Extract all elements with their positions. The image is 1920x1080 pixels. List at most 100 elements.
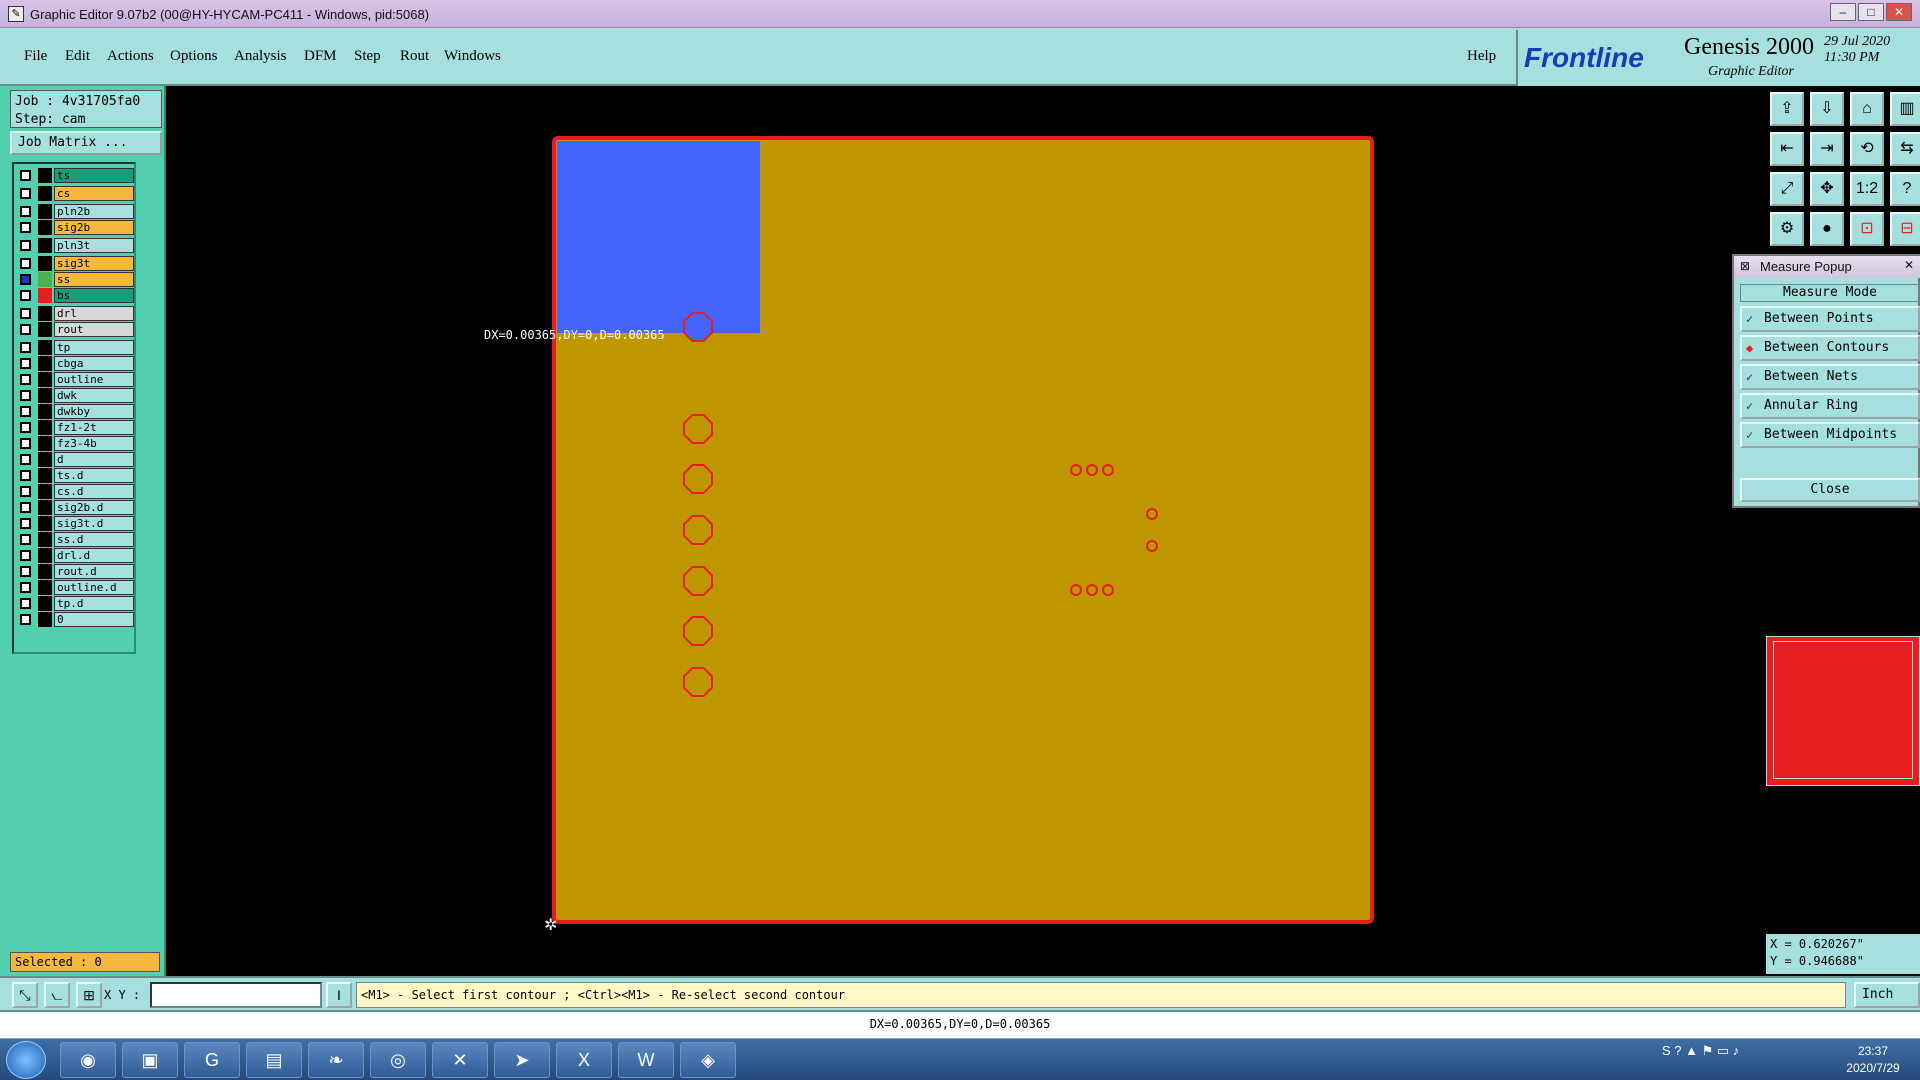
layer-row[interactable]: fz1-2t — [16, 420, 134, 435]
layer-row[interactable]: pln2b — [16, 204, 134, 219]
layer-checkbox[interactable] — [20, 422, 31, 433]
unit-selector[interactable]: Inch — [1854, 982, 1920, 1008]
layer-checkbox[interactable] — [20, 534, 31, 545]
layer-row[interactable]: ts.d — [16, 468, 134, 483]
layer-name[interactable]: ss.d — [54, 532, 134, 547]
zoom-icon[interactable]: ⤡ — [12, 982, 38, 1008]
layer-row[interactable]: ss.d — [16, 532, 134, 547]
layer-row[interactable]: dwk — [16, 388, 134, 403]
zoom-ratio-icon[interactable]: 1:2 — [1850, 172, 1884, 206]
layer-checkbox[interactable] — [20, 342, 31, 353]
layer-row[interactable]: tp — [16, 340, 134, 355]
job-matrix-button[interactable]: Job Matrix ... — [10, 131, 162, 155]
snap-icon[interactable]: ⦦ — [44, 982, 70, 1008]
layer-name[interactable]: sig2b.d — [54, 500, 134, 515]
layer-name[interactable]: d — [54, 452, 134, 467]
layer-checkbox[interactable] — [20, 222, 31, 233]
layer-name[interactable]: cs.d — [54, 484, 134, 499]
layer-name[interactable]: dwkby — [54, 404, 134, 419]
layer-name[interactable]: drl — [54, 306, 134, 321]
layer-row[interactable]: d — [16, 452, 134, 467]
layer-checkbox[interactable] — [20, 438, 31, 449]
layer-row[interactable]: ts — [16, 168, 134, 183]
snap-layer-icon[interactable]: ⊟ — [1890, 212, 1920, 246]
menu-windows[interactable]: Windows — [444, 48, 501, 65]
layer-checkbox[interactable] — [20, 406, 31, 417]
maximize-button[interactable]: □ — [1858, 3, 1884, 21]
layer-checkbox[interactable] — [20, 308, 31, 319]
layer-checkbox[interactable] — [20, 170, 31, 181]
close-window-button[interactable]: ✕ — [1886, 3, 1912, 21]
settings-icon[interactable]: ⚙ — [1770, 212, 1804, 246]
layer-checkbox[interactable] — [20, 518, 31, 529]
layer-row[interactable]: sig3t — [16, 256, 134, 271]
layer-name[interactable]: pln2b — [54, 204, 134, 219]
menu-edit[interactable]: Edit — [65, 48, 90, 65]
layer-row[interactable]: ss — [16, 272, 134, 287]
menu-step[interactable]: Step — [354, 48, 381, 65]
layer-name[interactable]: outline.d — [54, 580, 134, 595]
menu-options[interactable]: Options — [170, 48, 218, 65]
start-button-icon[interactable] — [6, 1041, 46, 1079]
layer-checkbox[interactable] — [20, 290, 31, 301]
taskbar-bird-icon[interactable]: ➤ — [494, 1042, 550, 1078]
layer-checkbox[interactable] — [20, 358, 31, 369]
measure-mode-option[interactable]: ✓ Annular Ring — [1740, 393, 1920, 419]
pan-icon[interactable]: ✥ — [1810, 172, 1844, 206]
layer-row[interactable]: drl.d — [16, 548, 134, 563]
layer-name[interactable]: dwk — [54, 388, 134, 403]
layer-name[interactable]: sig3t — [54, 256, 134, 271]
layer-name[interactable]: rout.d — [54, 564, 134, 579]
split-icon[interactable]: ▥ — [1890, 92, 1920, 126]
menu-file[interactable]: File — [24, 48, 47, 65]
layer-row[interactable]: fz3-4b — [16, 436, 134, 451]
layer-name[interactable]: ts.d — [54, 468, 134, 483]
layer-name[interactable]: cbga — [54, 356, 134, 371]
layer-checkbox[interactable] — [20, 324, 31, 335]
layer-name[interactable]: fz1-2t — [54, 420, 134, 435]
menu-dfm[interactable]: DFM — [304, 48, 337, 65]
taskbar-leaf-icon[interactable]: ❧ — [308, 1042, 364, 1078]
page-up-icon[interactable]: ⇪ — [1770, 92, 1804, 126]
layer-checkbox[interactable] — [20, 550, 31, 561]
layer-checkbox[interactable] — [20, 274, 31, 285]
undo-view-icon[interactable]: ⟲ — [1850, 132, 1884, 166]
layer-checkbox[interactable] — [20, 188, 31, 199]
layer-row[interactable]: cbga — [16, 356, 134, 371]
popup-close-icon[interactable]: ✕ — [1904, 258, 1914, 272]
layer-row[interactable]: drl — [16, 306, 134, 321]
layer-checkbox[interactable] — [20, 502, 31, 513]
layer-checkbox[interactable] — [20, 566, 31, 577]
layer-row[interactable]: outline — [16, 372, 134, 387]
grid-icon[interactable]: ⊞ — [76, 982, 102, 1008]
menu-help[interactable]: Help — [1467, 48, 1496, 65]
layer-checkbox[interactable] — [20, 486, 31, 497]
taskbar-clock[interactable]: 23:37 2020/7/29 — [1830, 1043, 1916, 1077]
layer-row[interactable]: 0 — [16, 612, 134, 627]
layer-checkbox[interactable] — [20, 470, 31, 481]
layer-name[interactable]: 0 — [54, 612, 134, 627]
text-cursor-icon[interactable]: I — [326, 982, 352, 1008]
popup-close-button[interactable]: Close — [1740, 478, 1920, 502]
layer-checkbox[interactable] — [20, 614, 31, 625]
taskbar-word-icon[interactable]: W — [618, 1042, 674, 1078]
probe-icon[interactable]: ● — [1810, 212, 1844, 246]
layer-row[interactable]: pln3t — [16, 238, 134, 253]
taskbar-save-icon[interactable]: ▣ — [122, 1042, 178, 1078]
layer-name[interactable]: ss — [54, 272, 134, 287]
layer-row[interactable]: sig2b — [16, 220, 134, 235]
layer-row[interactable]: rout — [16, 322, 134, 337]
taskbar-notepad-icon[interactable]: ▤ — [246, 1042, 302, 1078]
layer-name[interactable]: tp — [54, 340, 134, 355]
layer-checkbox[interactable] — [20, 240, 31, 251]
layer-checkbox[interactable] — [20, 390, 31, 401]
layer-row[interactable]: cs.d — [16, 484, 134, 499]
measure-mode-option[interactable]: ✓ Between Nets — [1740, 364, 1920, 390]
pan-right-icon[interactable]: ⇥ — [1810, 132, 1844, 166]
layer-name[interactable]: sig2b — [54, 220, 134, 235]
layer-row[interactable]: sig2b.d — [16, 500, 134, 515]
menu-analysis[interactable]: Analysis — [234, 48, 287, 65]
layer-name[interactable]: pln3t — [54, 238, 134, 253]
layer-name[interactable]: cs — [54, 186, 134, 201]
taskbar-x-icon[interactable]: ✕ — [432, 1042, 488, 1078]
